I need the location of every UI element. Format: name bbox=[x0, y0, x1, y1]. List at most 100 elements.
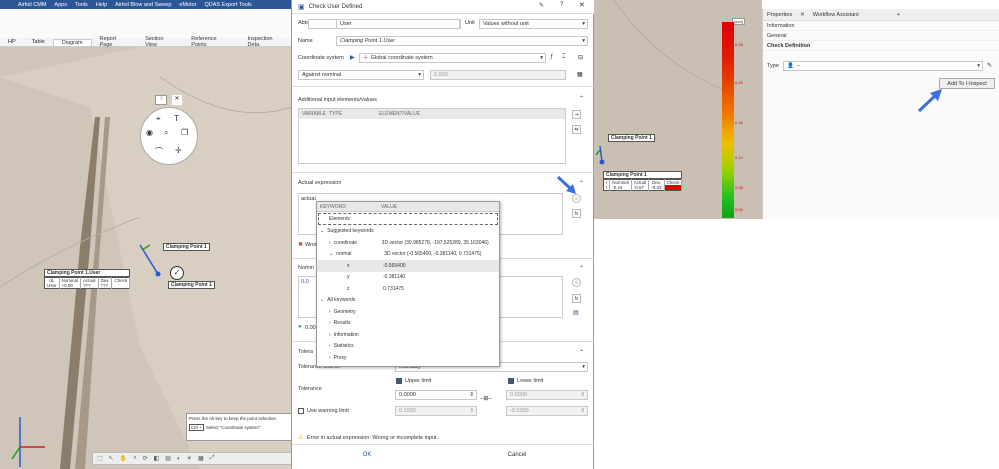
collapse-icon[interactable]: ⌃ bbox=[579, 349, 584, 356]
grid-icon[interactable]: ▦ bbox=[198, 455, 204, 462]
measure-icon[interactable]: ⌖ bbox=[156, 114, 161, 124]
tolerance-link-icon[interactable]: ‒⊞‒ bbox=[480, 395, 492, 402]
record-button[interactable]: ○ bbox=[572, 194, 581, 203]
collapse-icon[interactable]: ⌃ bbox=[579, 95, 584, 102]
3d-viewport-right[interactable]: Clamping Point 1 Clamping Point 1 I Nomi… bbox=[594, 0, 762, 219]
circle-menu-close-button[interactable]: ✕ bbox=[172, 95, 182, 105]
check-circle-icon[interactable]: ✓ bbox=[170, 266, 184, 280]
box-icon[interactable]: ⊟ bbox=[578, 54, 583, 61]
popup-row-y[interactable]: y -0.381140 bbox=[317, 272, 499, 284]
add-variable-button[interactable]: ⇥ bbox=[572, 110, 581, 119]
link-variable-button[interactable]: ⇆ bbox=[572, 125, 581, 134]
unit-select[interactable]: Values without unit ▾ bbox=[479, 19, 588, 29]
arrow-icon[interactable]: ↖ bbox=[109, 455, 114, 462]
edit-icon[interactable]: ✎ bbox=[987, 62, 992, 69]
point-label[interactable]: Clamping Point 1 bbox=[608, 134, 655, 142]
warning-lower-input[interactable]: -0.1000 ⇕ bbox=[506, 406, 588, 416]
menu-item[interactable]: Airfoil CMM bbox=[18, 2, 46, 8]
popup-row-group[interactable]: › Proxy bbox=[317, 352, 499, 364]
popup-row-group[interactable]: › Information bbox=[317, 329, 499, 341]
play-icon[interactable]: ▶ bbox=[350, 54, 355, 61]
pin-icon[interactable]: ✎ bbox=[539, 2, 544, 9]
bracket-icon[interactable]: ⌶ bbox=[562, 54, 566, 61]
popup-row-group[interactable]: › Results bbox=[317, 318, 499, 330]
type-select[interactable]: 👤 – ▾ bbox=[783, 61, 983, 71]
menu-item[interactable]: Airfoil Blow and Sweep bbox=[115, 2, 171, 8]
cancel-button[interactable]: Cancel bbox=[502, 449, 532, 461]
warning-limit-checkbox[interactable] bbox=[298, 408, 304, 414]
point-label[interactable]: Clamping Point 1 bbox=[168, 281, 215, 289]
add-to-i-inspect-button[interactable]: Add To I-Inspect bbox=[939, 78, 995, 89]
popup-row-normal[interactable]: ⌄ normal 3D vector (-0.565400, -0.381140… bbox=[317, 249, 499, 261]
collapse-icon[interactable]: ⌃ bbox=[579, 180, 584, 187]
ok-button[interactable]: OK bbox=[352, 449, 382, 461]
menu-item[interactable]: Apps bbox=[54, 2, 67, 8]
section-general[interactable]: General bbox=[763, 31, 999, 41]
warning-upper-input[interactable]: 0.1000 ⇕ bbox=[395, 406, 477, 416]
chevron-right-icon: › bbox=[329, 331, 331, 338]
3d-viewport[interactable]: ↑ ✕ ⌖ T ◉ ⌕ ❐ ⌒ ✛ Clamping Point 1 ✓ Cla… bbox=[0, 47, 292, 469]
table-icon[interactable]: ▤ bbox=[573, 309, 579, 316]
select-icon[interactable]: ⬚ bbox=[97, 455, 103, 462]
calculator-icon[interactable]: ▦ bbox=[577, 71, 583, 78]
record-button[interactable]: ○ bbox=[572, 278, 581, 287]
popup-row-suggested[interactable]: ⌄ Suggested keywords bbox=[317, 226, 499, 238]
circle-menu-up-button[interactable]: ↑ bbox=[155, 95, 167, 105]
hand-icon[interactable]: ✋ bbox=[120, 455, 127, 462]
popup-row-z[interactable]: z 0.731475 bbox=[317, 283, 499, 295]
lower-limit-checkbox[interactable] bbox=[508, 378, 514, 384]
color-icon[interactable]: ◐ bbox=[177, 456, 181, 462]
chevron-down-icon: ▾ bbox=[540, 55, 543, 61]
text-icon[interactable]: T bbox=[174, 114, 179, 123]
rotate-icon[interactable]: ⟳ bbox=[143, 455, 148, 462]
popup-row-x[interactable]: x -0.565400 bbox=[317, 260, 499, 272]
add-tab-button[interactable]: + bbox=[897, 12, 900, 18]
name-input[interactable]: Clamping Point 1.User ▾ bbox=[336, 36, 588, 46]
tab-properties[interactable]: Properties bbox=[767, 12, 792, 18]
move-icon[interactable]: ✛ bbox=[175, 146, 182, 155]
popup-row-group[interactable]: › Geometry bbox=[317, 306, 499, 318]
curve-icon[interactable]: ⌒ bbox=[155, 146, 163, 157]
menu-item[interactable]: eMotor bbox=[179, 2, 196, 8]
help-icon[interactable]: ? bbox=[560, 2, 563, 8]
search-icon[interactable]: ⌕ bbox=[164, 128, 168, 138]
tab-hp[interactable]: HP bbox=[0, 39, 24, 45]
tolerance-label: Tolerance bbox=[298, 386, 322, 392]
upper-limit-input[interactable]: 0.0000 ⇕ bbox=[395, 390, 477, 400]
tab-diagram[interactable]: Diagram bbox=[52, 38, 92, 46]
measure-table[interactable]: Clamping Point 1.User dL Nominal Actual … bbox=[44, 269, 131, 289]
popup-row-elements[interactable]: Elements bbox=[318, 213, 498, 225]
popup-row-all[interactable]: ⌄ All keywords bbox=[317, 295, 499, 307]
upper-limit-checkbox[interactable] bbox=[396, 378, 402, 384]
popup-row-group[interactable]: › Statistics bbox=[317, 341, 499, 353]
function-icon[interactable]: ƒ bbox=[550, 54, 553, 60]
close-icon[interactable]: ✕ bbox=[579, 1, 585, 9]
tab-table[interactable]: Table bbox=[24, 39, 53, 45]
view-icon[interactable]: ◧ bbox=[154, 455, 160, 462]
measure-table[interactable]: Clamping Point 1 I Nominal Actual Dev. C… bbox=[603, 171, 683, 191]
menu-item[interactable]: Help bbox=[96, 2, 107, 8]
menu-item[interactable]: Tools bbox=[75, 2, 88, 8]
menu-item[interactable]: QDAS Export Tools bbox=[205, 2, 252, 8]
tab-workflow-assistant[interactable]: Workflow Assistant bbox=[813, 12, 859, 18]
copy-icon[interactable]: ❐ bbox=[181, 128, 188, 137]
against-select[interactable]: Against nominal ▾ bbox=[298, 70, 424, 80]
coord-select[interactable]: ⊹ Global coordinate system ▾ bbox=[359, 53, 546, 63]
camera-icon[interactable]: ◉ bbox=[146, 128, 153, 137]
point-label[interactable]: Clamping Point 1 bbox=[163, 243, 210, 251]
against-value-field[interactable]: 0.000 bbox=[430, 70, 566, 80]
popup-row-coordinate[interactable]: › coordinate 3D vector (39.985278, -197.… bbox=[317, 237, 499, 249]
close-icon[interactable]: ✕ bbox=[800, 12, 805, 18]
measure-cell bbox=[664, 185, 683, 191]
lower-limit-input[interactable]: 0.0000 ⇕ bbox=[506, 390, 588, 400]
abbreviation-input[interactable]: User bbox=[336, 19, 460, 29]
section-information[interactable]: Information bbox=[763, 21, 999, 31]
fit-icon[interactable]: ⤢ bbox=[210, 455, 215, 462]
fx-button[interactable]: fx bbox=[572, 209, 581, 218]
zoom-icon[interactable]: ⌕ bbox=[133, 455, 136, 462]
section-check-definition[interactable]: Check Definition bbox=[763, 41, 999, 51]
collapse-icon[interactable]: ⌃ bbox=[579, 265, 584, 272]
section-icon[interactable]: ▤ bbox=[165, 455, 171, 462]
fx-button[interactable]: fx bbox=[572, 294, 581, 303]
light-icon[interactable]: ☀ bbox=[187, 455, 192, 462]
